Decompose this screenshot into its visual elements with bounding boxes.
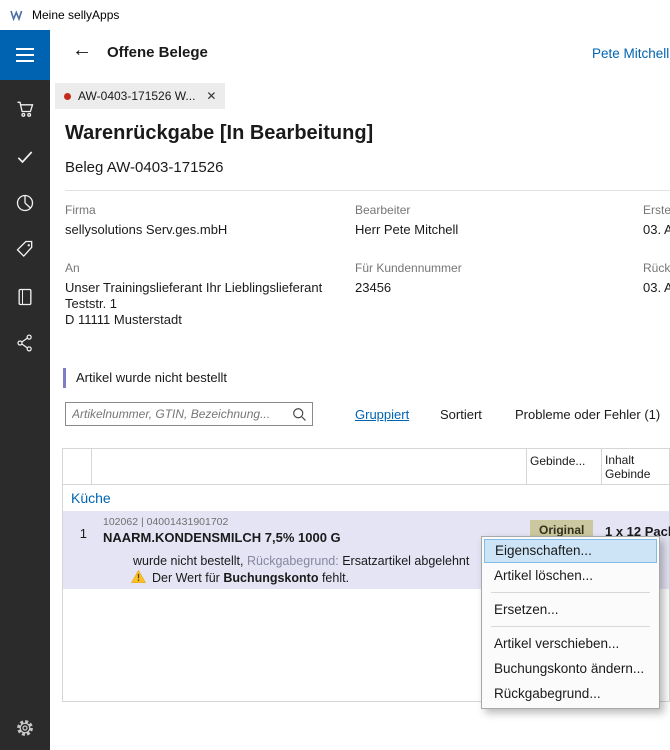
tab-label: AW-0403-171526 W... xyxy=(78,89,195,103)
status-label: Rückgabegrund: xyxy=(247,554,339,568)
column-divider xyxy=(601,449,602,485)
warning-icon xyxy=(131,570,146,586)
sidebar-item-cart[interactable] xyxy=(0,88,50,134)
hamburger-icon xyxy=(16,48,34,50)
search-icon[interactable] xyxy=(291,406,308,428)
field-firma: Firma sellysolutions Serv.ges.mbH xyxy=(65,203,350,238)
field-rueckgabe: Rück 03. A xyxy=(643,261,670,296)
field-an: An Unser Trainingslieferant Ihr Liebling… xyxy=(65,261,350,328)
search-box xyxy=(65,402,313,426)
column-header-gebinde: Gebinde... xyxy=(530,454,585,468)
article-warning-line: Der Wert für Buchungskonto fehlt. xyxy=(131,570,349,586)
field-value: sellysolutions Serv.ges.mbH xyxy=(65,222,350,238)
column-divider xyxy=(91,449,92,485)
sidebar-item-prices[interactable] xyxy=(0,228,50,274)
cart-icon xyxy=(15,99,35,124)
status-text: wurde nicht bestellt, xyxy=(133,554,243,568)
field-label: An xyxy=(65,261,350,275)
sorted-view-link[interactable]: Sortiert xyxy=(440,407,482,422)
journal-icon xyxy=(15,287,35,312)
menu-item-buchungskonto-aendern[interactable]: Buchungskonto ändern... xyxy=(482,656,659,681)
gear-icon xyxy=(14,717,36,744)
article-status-line: wurde nicht bestellt, Rückgabegrund: Ers… xyxy=(133,554,469,568)
field-value: Herr Pete Mitchell xyxy=(355,222,640,238)
field-label: Für Kundennummer xyxy=(355,261,640,275)
price-tag-icon xyxy=(15,239,35,264)
sidebar-item-documents[interactable] xyxy=(0,276,50,322)
field-value: 23456 xyxy=(355,280,640,296)
unsaved-changes-dot-icon xyxy=(64,93,71,100)
document-title: Warenrückgabe [In Bearbeitung] xyxy=(65,122,373,145)
note-banner: Artikel wurde nicht bestellt xyxy=(63,368,227,388)
menu-item-rueckgabegrund[interactable]: Rückgabegrund... xyxy=(482,681,659,706)
note-text: Artikel wurde nicht bestellt xyxy=(76,370,227,385)
field-kundennummer: Für Kundennummer 23456 xyxy=(355,261,640,296)
menu-item-eigenschaften[interactable]: Eigenschaften... xyxy=(484,539,657,563)
app-title: Meine sellyApps xyxy=(32,8,119,22)
field-label: Erstel xyxy=(643,203,670,217)
column-header-inhalt-gebinde: Inhalt Gebinde xyxy=(605,453,663,481)
sidebar xyxy=(0,30,50,750)
hamburger-menu-button[interactable] xyxy=(0,30,50,80)
field-bearbeiter: Bearbeiter Herr Pete Mitchell xyxy=(355,203,640,238)
tab-document[interactable]: AW-0403-171526 W... ✕ xyxy=(55,83,225,109)
titlebar: Meine sellyApps xyxy=(0,0,670,30)
field-value: Unser Trainingslieferant Ihr Lieblingsli… xyxy=(65,280,350,328)
menu-separator xyxy=(491,626,650,627)
field-erstellt: Erstel 03. A xyxy=(643,203,670,238)
field-label: Rück xyxy=(643,261,670,275)
article-codes: 102062 | 04001431901702 xyxy=(103,516,228,528)
field-label: Bearbeiter xyxy=(355,203,640,217)
warning-term: Buchungskonto xyxy=(223,571,318,585)
search-input[interactable] xyxy=(66,403,288,425)
group-label: Küche xyxy=(71,490,111,506)
grouped-view-link[interactable]: Gruppiert xyxy=(355,407,409,422)
sidebar-item-reports[interactable] xyxy=(0,182,50,228)
status-value: Ersatzartikel abgelehnt xyxy=(342,554,469,568)
settings-button[interactable] xyxy=(0,707,50,750)
user-account-link[interactable]: Pete Mitchell xyxy=(592,46,669,61)
pie-chart-icon xyxy=(15,193,35,218)
problems-filter-link[interactable]: Probleme oder Fehler (1) xyxy=(515,407,660,422)
menu-item-artikel-loeschen[interactable]: Artikel löschen... xyxy=(482,563,659,588)
group-row-kueche[interactable]: Küche xyxy=(63,486,669,511)
warning-text: Der Wert für Buchungskonto fehlt. xyxy=(152,571,349,585)
menu-item-artikel-verschieben[interactable]: Artikel verschieben... xyxy=(482,631,659,656)
menu-item-ersetzen[interactable]: Ersetzen... xyxy=(482,597,659,622)
app-logo-icon xyxy=(9,7,25,23)
menu-separator xyxy=(491,592,650,593)
field-value: 03. A xyxy=(643,222,670,238)
column-divider xyxy=(526,449,527,485)
field-value: 03. A xyxy=(643,280,670,296)
field-label: Firma xyxy=(65,203,350,217)
document-subtitle: Beleg AW-0403-171526 xyxy=(65,159,223,176)
divider xyxy=(65,190,670,191)
table-header: Gebinde... Inhalt Gebinde xyxy=(63,449,669,485)
app-window: Meine sellyApps ← Offe xyxy=(0,0,670,750)
tab-close-button[interactable]: ✕ xyxy=(206,89,216,103)
check-icon xyxy=(15,147,35,172)
row-index: 1 xyxy=(65,526,87,541)
tab-strip: AW-0403-171526 W... ✕ xyxy=(50,82,670,110)
page-title: Offene Belege xyxy=(107,44,208,61)
sidebar-item-tasks[interactable] xyxy=(0,136,50,182)
back-button[interactable]: ← xyxy=(72,39,92,62)
sidebar-item-share[interactable] xyxy=(0,322,50,368)
context-menu: Eigenschaften... Artikel löschen... Erse… xyxy=(481,536,660,709)
article-name: NAARM.KONDENSMILCH 7,5% 1000 G xyxy=(103,530,341,545)
share-icon xyxy=(15,333,35,358)
